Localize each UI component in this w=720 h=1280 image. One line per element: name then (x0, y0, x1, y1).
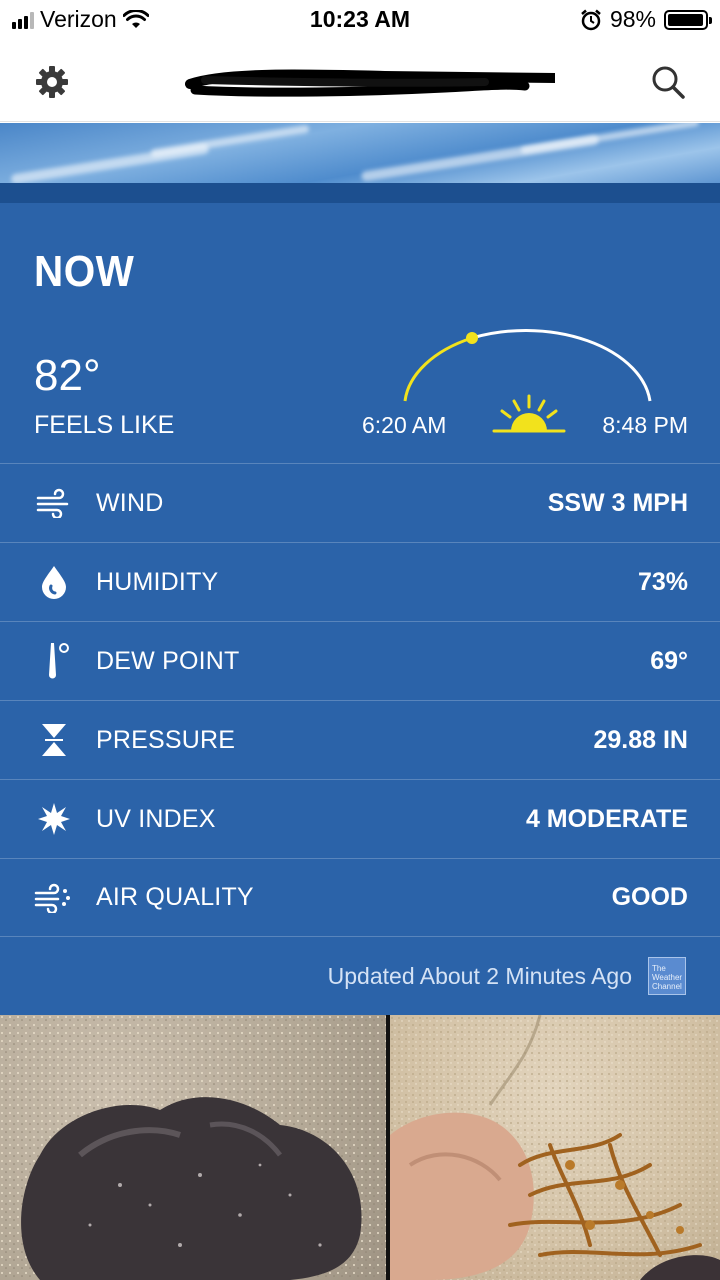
condition-value: 69° (650, 646, 688, 675)
condition-value: 29.88 IN (593, 725, 688, 754)
condition-value: 73% (637, 567, 688, 596)
uv-sun-icon (34, 799, 74, 839)
search-icon[interactable] (648, 62, 688, 102)
sky-banner-image (0, 123, 720, 185)
condition-label: PRESSURE (96, 725, 236, 754)
humidity-drop-icon (34, 562, 74, 602)
banner-divider (0, 183, 720, 203)
feels-like-label: FEELS LIKE (34, 411, 175, 439)
air-quality-icon (34, 878, 74, 918)
condition-label: UV INDEX (96, 804, 216, 833)
dew-point-icon (34, 641, 74, 681)
current-temperature: 82° (34, 351, 101, 400)
condition-row-uv-index[interactable]: UV INDEX 4 MODERATE (0, 779, 720, 858)
condition-label: DEW POINT (96, 646, 240, 675)
battery-percent: 98% (609, 6, 656, 32)
condition-label: WIND (96, 488, 164, 517)
status-bar: Verizon 10:23 AM 98% (0, 0, 720, 42)
condition-row-pressure[interactable]: PRESSURE 29.88 IN (0, 700, 720, 779)
section-title: NOW (34, 247, 135, 296)
sun-horizon-icon (492, 394, 566, 433)
user-photo-rock[interactable] (0, 1015, 386, 1280)
condition-value: SSW 3 MPH (547, 488, 688, 517)
condition-row-dew-point[interactable]: DEW POINT 69° (0, 621, 720, 700)
condition-label: AIR QUALITY (96, 883, 254, 911)
condition-row-wind[interactable]: WIND SSW 3 MPH (0, 463, 720, 542)
condition-row-air-quality[interactable]: AIR QUALITY GOOD (0, 858, 720, 937)
redacted-location-title (185, 69, 555, 97)
alarm-icon (581, 9, 601, 30)
current-conditions-card: NOW 82° FEELS LIKE 6:20 AM 8:48 PM WIND … (0, 203, 720, 1015)
condition-row-humidity[interactable]: HUMIDITY 73% (0, 542, 720, 621)
pressure-icon (34, 720, 74, 760)
weather-channel-logo[interactable]: The Weather Channel (648, 957, 686, 995)
condition-value: 4 MODERATE (525, 804, 688, 833)
status-right: 98% (580, 6, 712, 33)
sunset-time: 8:48 PM (602, 412, 688, 438)
conditions-list: WIND SSW 3 MPH HUMIDITY 73% DEW POINT 69… (0, 463, 720, 937)
user-photo-seaweed[interactable] (390, 1015, 720, 1280)
gear-icon[interactable] (32, 62, 72, 102)
top-nav (0, 42, 720, 122)
sunrise-time: 6:20 AM (362, 412, 447, 438)
wind-icon (34, 483, 74, 523)
updated-timestamp: Updated About 2 Minutes Ago (327, 963, 632, 989)
condition-value: GOOD (611, 883, 688, 911)
condition-label: HUMIDITY (96, 567, 219, 596)
battery-icon (664, 9, 712, 30)
